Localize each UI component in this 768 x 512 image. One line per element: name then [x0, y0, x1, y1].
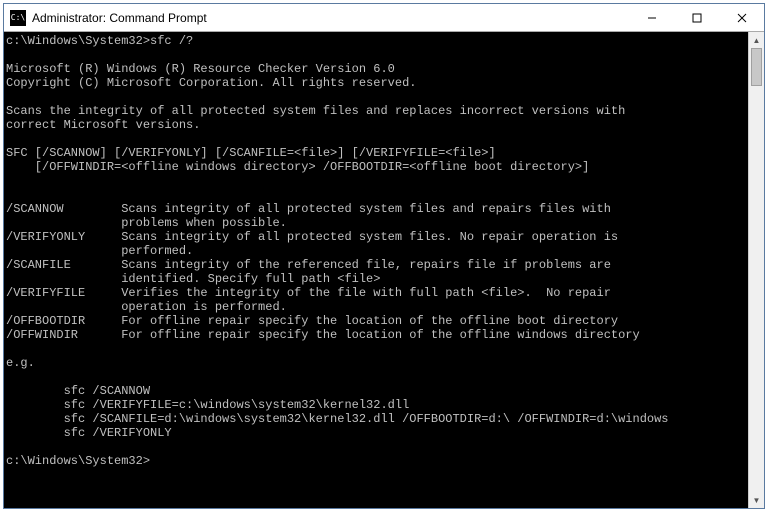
client-area: c:\Windows\System32>sfc /? Microsoft (R)…: [4, 32, 764, 508]
option-key: /VERIFYONLY: [6, 230, 121, 244]
output-line: Scans the integrity of all protected sys…: [6, 104, 625, 118]
output-line: SFC [/SCANNOW] [/VERIFYONLY] [/SCANFILE=…: [6, 146, 496, 160]
option-pad: [6, 300, 121, 314]
example-pad: [6, 426, 64, 440]
cmd-icon: C:\: [10, 10, 26, 26]
option-desc: performed.: [121, 244, 193, 258]
window-title: Administrator: Command Prompt: [32, 11, 629, 25]
option-desc: Scans integrity of all protected system …: [121, 202, 611, 216]
option-desc: For offline repair specify the location …: [121, 328, 639, 342]
option-pad: [6, 244, 121, 258]
close-button[interactable]: [719, 4, 764, 31]
option-pad: [6, 272, 121, 286]
option-key: /SCANFILE: [6, 258, 121, 272]
example-pad: [6, 412, 64, 426]
vertical-scrollbar[interactable]: ▲ ▼: [748, 32, 764, 508]
maximize-icon: [692, 13, 702, 23]
example-line: sfc /VERIFYONLY: [64, 426, 172, 440]
prompt: c:\Windows\System32>: [6, 34, 150, 48]
option-desc: identified. Specify full path <file>: [121, 272, 380, 286]
example-pad: [6, 384, 64, 398]
command-text: sfc /?: [150, 34, 193, 48]
option-desc: For offline repair specify the location …: [121, 314, 618, 328]
option-desc: operation is performed.: [121, 300, 287, 314]
output-line: e.g.: [6, 356, 35, 370]
output-line: Copyright (C) Microsoft Corporation. All…: [6, 76, 416, 90]
option-desc: Verifies the integrity of the file with …: [121, 286, 611, 300]
scroll-down-button[interactable]: ▼: [749, 492, 764, 508]
option-desc: problems when possible.: [121, 216, 287, 230]
output-line: Microsoft (R) Windows (R) Resource Check…: [6, 62, 395, 76]
option-key: /SCANNOW: [6, 202, 121, 216]
minimize-button[interactable]: [629, 4, 674, 31]
option-key: /OFFWINDIR: [6, 328, 121, 342]
maximize-button[interactable]: [674, 4, 719, 31]
console-output[interactable]: c:\Windows\System32>sfc /? Microsoft (R)…: [4, 32, 748, 508]
option-desc: Scans integrity of the referenced file, …: [121, 258, 611, 272]
output-line: correct Microsoft versions.: [6, 118, 200, 132]
window-buttons: [629, 4, 764, 31]
option-pad: [6, 216, 121, 230]
close-icon: [737, 13, 747, 23]
option-key: /VERIFYFILE: [6, 286, 121, 300]
output-line: [/OFFWINDIR=<offline windows directory> …: [6, 160, 589, 174]
scrollbar-thumb[interactable]: [751, 48, 762, 86]
cmd-window: C:\ Administrator: Command Prompt c:\Win…: [3, 3, 765, 509]
example-line: sfc /SCANFILE=d:\windows\system32\kernel…: [64, 412, 669, 426]
prompt: c:\Windows\System32>: [6, 454, 150, 468]
example-line: sfc /VERIFYFILE=c:\windows\system32\kern…: [64, 398, 410, 412]
minimize-icon: [647, 13, 657, 23]
example-pad: [6, 398, 64, 412]
titlebar[interactable]: C:\ Administrator: Command Prompt: [4, 4, 764, 32]
option-key: /OFFBOOTDIR: [6, 314, 121, 328]
example-line: sfc /SCANNOW: [64, 384, 150, 398]
option-desc: Scans integrity of all protected system …: [121, 230, 618, 244]
scroll-up-button[interactable]: ▲: [749, 32, 764, 48]
